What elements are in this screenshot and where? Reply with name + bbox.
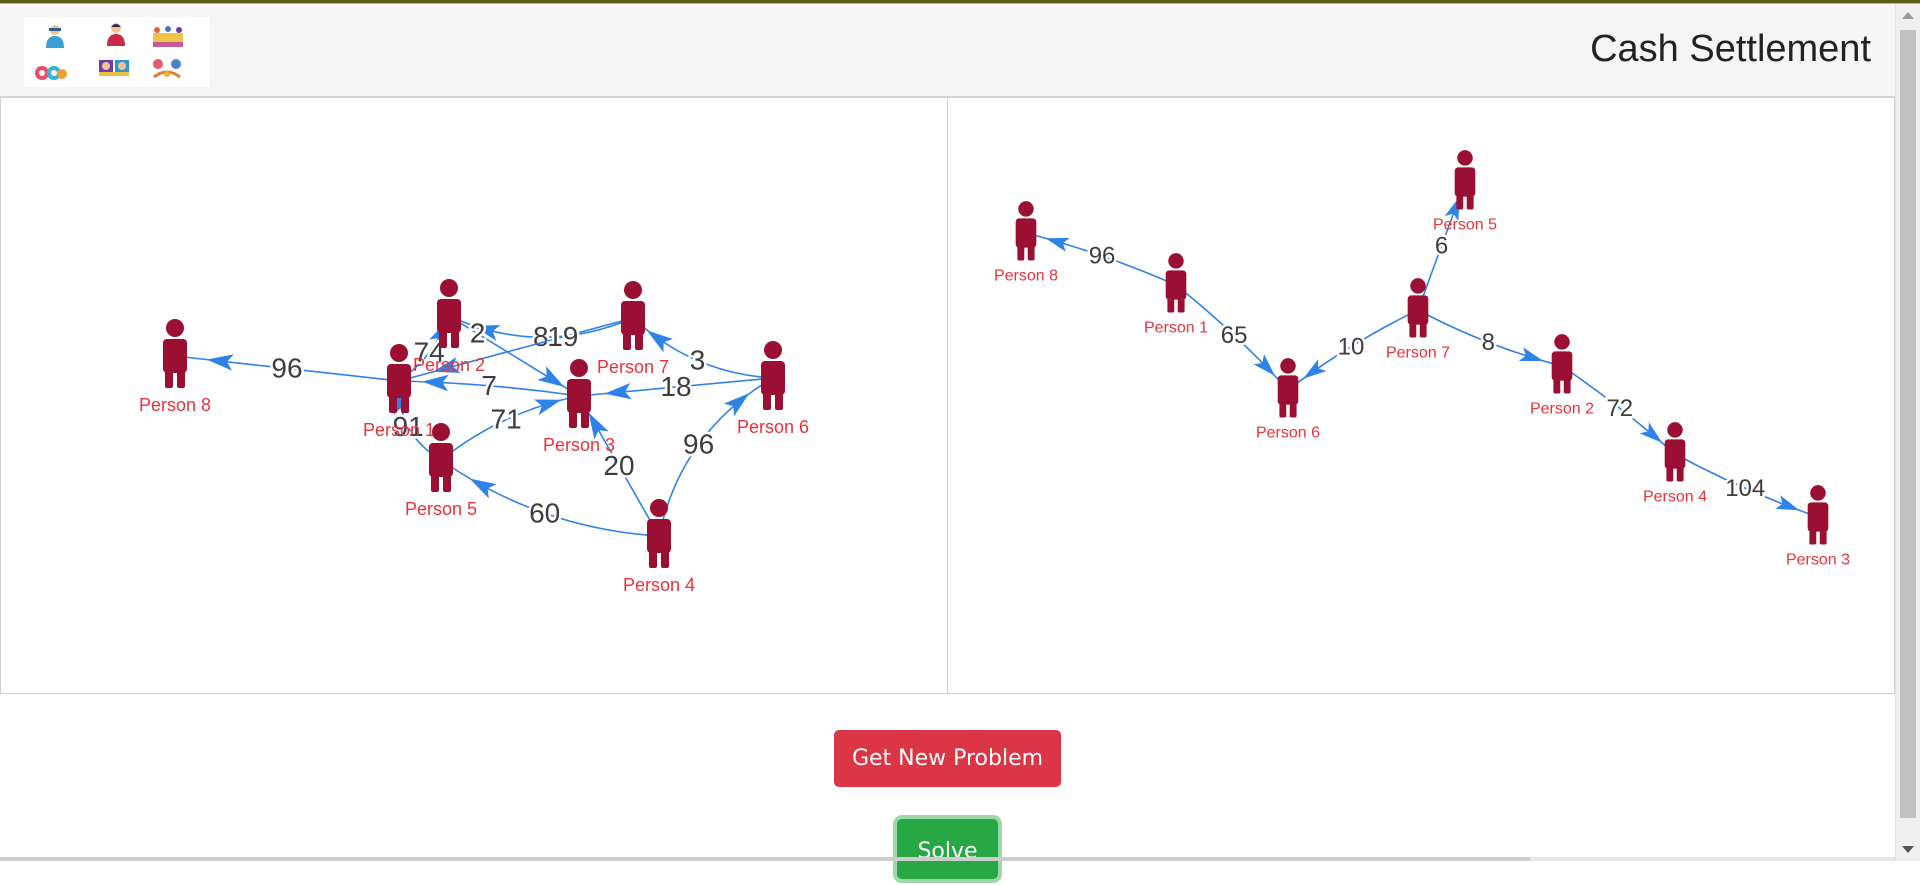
- person-icon: [1664, 422, 1686, 482]
- person-node-p7[interactable]: Person 7: [597, 281, 669, 377]
- person-node-p2[interactable]: Person 2: [1530, 334, 1594, 417]
- graph-edge[interactable]: 65: [1175, 284, 1289, 391]
- network-icon: [153, 59, 181, 79]
- person-icon: [1454, 150, 1476, 210]
- edge-weight-label: 19: [547, 321, 578, 352]
- person-icon: [1407, 278, 1429, 338]
- arrow-head-icon: [533, 399, 562, 416]
- person-node-p1[interactable]: Person 1: [1144, 253, 1208, 336]
- person-node-p4[interactable]: Person 4: [623, 499, 695, 595]
- person-icon: [1551, 334, 1573, 394]
- arrow-head-icon: [1518, 347, 1544, 362]
- edge-weight-label: 104: [1725, 475, 1765, 502]
- person-icon: [429, 423, 453, 492]
- arrow-head-icon: [1303, 359, 1327, 379]
- edge-weight-label: 2: [470, 318, 486, 349]
- app-header: Cash Settlement: [0, 4, 1895, 97]
- avatars-icon: [35, 66, 67, 80]
- people-icon: [46, 25, 64, 48]
- vertical-scrollbar[interactable]: [1895, 4, 1920, 861]
- edge-weight-label: 60: [529, 497, 560, 528]
- arrow-head-icon: [1639, 422, 1663, 443]
- graph-nodes: Person 8 Person 1 Person 6 Person 7 Person 5…: [994, 150, 1850, 568]
- person-icon: [437, 279, 461, 348]
- person-icon: [1807, 485, 1829, 545]
- app-logo: [24, 17, 210, 87]
- person-label: Person 5: [405, 499, 477, 519]
- edge-weight-label: 6: [1435, 233, 1448, 260]
- solution-graph[interactable]: 9665 106872104Person 8Person 1Person 6Per…: [948, 98, 1895, 694]
- person-label: Person 1: [1144, 319, 1208, 336]
- arrow-head-icon: [1045, 237, 1070, 252]
- person-node-p5[interactable]: Person 5: [1433, 150, 1497, 233]
- person-node-p6[interactable]: Person 6: [737, 341, 809, 437]
- arrow-head-icon: [646, 330, 674, 353]
- person-label: Person 7: [1386, 344, 1450, 361]
- horizontal-scrollbar[interactable]: [0, 857, 1895, 861]
- person-icon: [647, 499, 671, 568]
- solve-button[interactable]: Solve: [897, 819, 998, 879]
- graph-edge[interactable]: 96: [174, 350, 400, 386]
- horizontal-scroll-thumb[interactable]: [0, 857, 1530, 861]
- edge-weight-label: 96: [683, 428, 714, 459]
- page-title: Cash Settlement: [1590, 28, 1871, 70]
- person-label: Person 2: [1530, 400, 1594, 417]
- person-label: Person 2: [413, 355, 485, 375]
- person-label: Person 3: [543, 435, 615, 455]
- person-node-p3[interactable]: Person 3: [1786, 485, 1850, 568]
- person-icon: [1277, 358, 1299, 418]
- edge-weight-label: 10: [1338, 333, 1365, 360]
- person-icon: [761, 341, 785, 410]
- arrow-head-icon: [206, 354, 234, 371]
- scroll-down-arrow-icon[interactable]: [1902, 846, 1914, 853]
- person-label: Person 5: [1433, 216, 1497, 233]
- person-icon: [163, 319, 187, 388]
- person-label: Person 3: [1786, 551, 1850, 568]
- arrow-head-icon: [1775, 495, 1800, 511]
- person-node-p7[interactable]: Person 7: [1386, 278, 1450, 361]
- person-label: Person 4: [1643, 488, 1707, 505]
- person-label: Person 6: [737, 417, 809, 437]
- person-label: Person 4: [623, 575, 695, 595]
- graph-edge[interactable]: 104: [1674, 453, 1819, 518]
- scroll-thumb[interactable]: [1900, 30, 1916, 818]
- scroll-up-arrow-icon[interactable]: [1902, 12, 1914, 19]
- person-icon: [567, 359, 591, 428]
- person-node-p8[interactable]: Person 8: [994, 201, 1058, 284]
- solution-graph-panel: 96 65 10 6 8 72 104 Person 8 Person 1 Person 6 Per…: [947, 97, 1895, 694]
- person-label: Person 8: [139, 395, 211, 415]
- arrow-head-icon: [604, 383, 632, 400]
- problem-graph-panel: 8 3 2 19 74 96 7 18 91 71 20 96 60 Person 1 Person 2 Pe…: [0, 97, 948, 694]
- edge-weight-label: 8: [1482, 329, 1495, 356]
- group-icon: [153, 26, 183, 47]
- edge-weight-label: 96: [1089, 243, 1116, 270]
- edge-weight-label: 65: [1221, 322, 1248, 349]
- edge-weight-label: 71: [491, 404, 522, 435]
- person-icon: [107, 23, 125, 46]
- graph-edge[interactable]: 20: [578, 395, 660, 537]
- person-label: Person 1: [363, 420, 435, 440]
- person-label: Person 8: [994, 267, 1058, 284]
- get-new-problem-button[interactable]: Get New Problem: [834, 730, 1061, 787]
- person-label: Person 7: [597, 357, 669, 377]
- person-node-p8[interactable]: Person 8: [139, 319, 211, 415]
- edge-weight-label: 8: [533, 321, 549, 352]
- person-icon: [1015, 201, 1037, 261]
- person-icon: [1165, 253, 1187, 313]
- edge-weight-label: 72: [1606, 395, 1633, 422]
- person-icon: [621, 281, 645, 350]
- arrow-head-icon: [537, 366, 565, 387]
- cards-icon: [99, 60, 129, 76]
- edge-weight-label: 3: [690, 345, 706, 376]
- arrow-head-icon: [469, 478, 497, 499]
- problem-graph[interactable]: 832 1974967 1891 71209660Person 1Person 2Pe…: [1, 98, 948, 694]
- edge-weight-label: 96: [271, 353, 302, 384]
- person-label: Person 6: [1256, 424, 1320, 441]
